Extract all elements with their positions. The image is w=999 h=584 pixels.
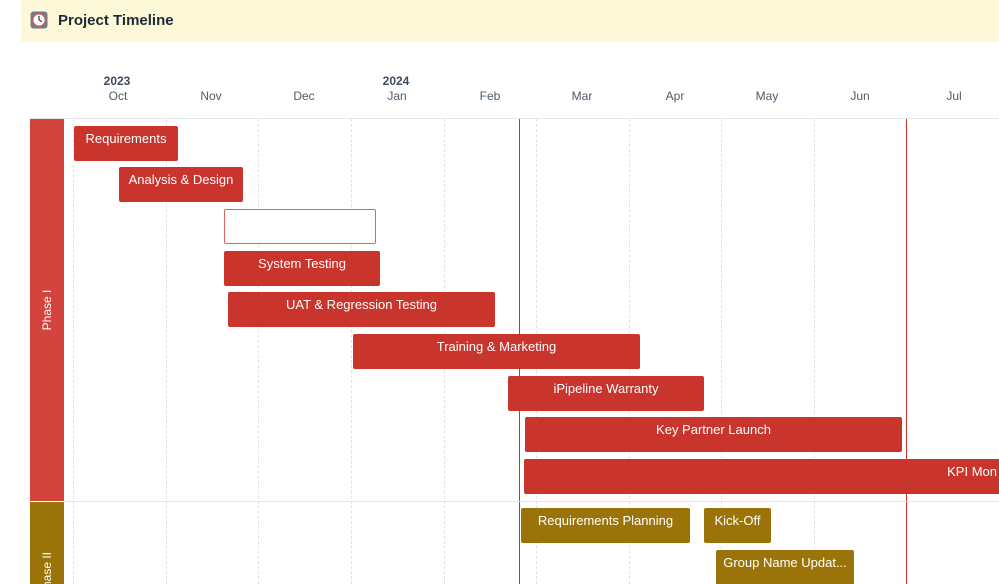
task-bar-kick-off[interactable]: Kick-Off (704, 508, 771, 543)
timeline-header-rule (30, 118, 999, 119)
grid-line (258, 119, 259, 584)
grid-line (814, 119, 815, 584)
task-bar-unnamed[interactable] (224, 209, 376, 244)
task-bar-requirements[interactable]: Requirements (74, 126, 178, 161)
task-bar-key-partner-launch[interactable]: Key Partner Launch (525, 417, 902, 452)
month-label-nov: Nov (200, 89, 222, 103)
task-bar-kpi-monitoring[interactable]: KPI Mon (524, 459, 999, 494)
grid-line (351, 119, 352, 584)
phase-label: Phase I (40, 289, 54, 331)
phase-band-phase-1[interactable]: Phase I (30, 119, 64, 501)
phase-label: Phase II (40, 551, 54, 584)
month-label-jun: Jun (850, 89, 870, 103)
task-bar-analysis-design[interactable]: Analysis & Design (119, 167, 243, 202)
year-label-2024: 2024 (382, 74, 410, 88)
task-bar-requirements-planning[interactable]: Requirements Planning (521, 508, 690, 543)
year-label-2023: 2023 (103, 74, 131, 88)
phase-band-phase-2[interactable]: Phase II (30, 502, 64, 584)
task-bar-training-marketing[interactable]: Training & Marketing (353, 334, 640, 369)
task-bar-uat-regression-testing[interactable]: UAT & Regression Testing (228, 292, 495, 327)
task-bar-system-testing[interactable]: System Testing (224, 251, 380, 286)
month-label-dec: Dec (293, 89, 315, 103)
month-label-mar: Mar (571, 89, 593, 103)
month-label-oct: Oct (108, 89, 128, 103)
phase-divider (64, 501, 999, 502)
grid-line (73, 119, 74, 584)
milestone-marker-line (906, 119, 907, 584)
month-label-apr: Apr (665, 89, 685, 103)
month-label-feb: Feb (479, 89, 501, 103)
timeline-chart: 2023 2024 Oct Nov Dec Jan Feb Mar Apr Ma… (0, 0, 999, 584)
month-label-jul: Jul (946, 89, 962, 103)
task-bar-ipipeline-warranty[interactable]: iPipeline Warranty (508, 376, 704, 411)
month-label-jan: Jan (387, 89, 407, 103)
task-bar-group-name-update[interactable]: Group Name Updat... (716, 550, 854, 584)
month-label-may: May (755, 89, 779, 103)
